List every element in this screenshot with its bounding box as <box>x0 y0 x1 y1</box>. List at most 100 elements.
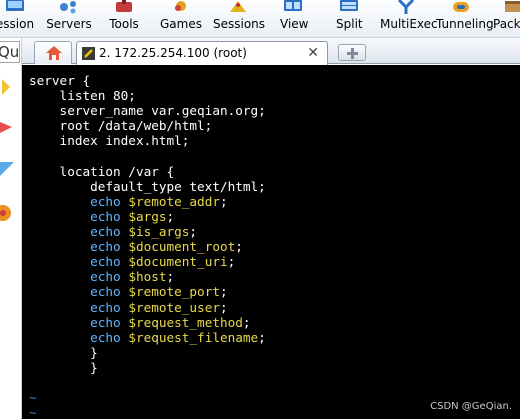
sessions-icon <box>230 1 246 12</box>
view-icon <box>284 0 302 11</box>
code-text: root /data/web/html; <box>29 118 213 134</box>
close-icon[interactable]: ✕ <box>307 44 319 61</box>
tab-session[interactable]: 2. 172.25.254.100 (root) ✕ <box>76 41 328 65</box>
code-variable: $remote_port <box>128 284 220 300</box>
code-variable: $document_uri <box>128 254 228 270</box>
code-text: ; <box>227 254 236 270</box>
toolbar-sessions-button[interactable]: Sessions <box>213 0 266 38</box>
left-sidebar: Qu <box>0 38 22 419</box>
games-icon <box>175 1 186 11</box>
new-tab-button[interactable] <box>338 44 366 61</box>
terminal-line: echo $remote_user; <box>29 300 228 315</box>
code-text: } <box>29 344 98 360</box>
terminal-line: server_name var.geqian.org; <box>29 103 266 118</box>
code-text: ; <box>258 329 266 345</box>
code-keyword: echo <box>29 329 129 345</box>
home-icon <box>46 46 62 60</box>
toolbar-split-button[interactable]: Split <box>336 0 363 38</box>
code-keyword: echo <box>29 208 129 224</box>
terminal-line: index index.html; <box>29 133 190 149</box>
code-text: } <box>29 359 98 375</box>
terminal-line: location /var { <box>29 163 175 179</box>
code-variable: $is_args <box>128 224 190 239</box>
terminal-line: echo $document_root; <box>29 239 243 254</box>
toolbar-tools-button[interactable]: Tools <box>106 0 142 38</box>
code-text: ; <box>235 239 243 255</box>
code-text: ; <box>166 208 175 224</box>
code-keyword: echo <box>29 224 129 239</box>
code-text: ; <box>219 193 228 209</box>
code-keyword: echo <box>29 299 129 315</box>
code-text: server { <box>29 73 91 88</box>
tools-icon[interactable] <box>0 116 16 138</box>
watermark: CSDN @GeQian. <box>430 401 512 412</box>
tools-icon <box>116 0 132 12</box>
terminal-line: echo $args; <box>29 209 174 224</box>
terminal-line: } <box>29 345 98 360</box>
empty-line-marker: ~ <box>29 405 37 419</box>
toolbar-label: MultiExec <box>380 17 438 31</box>
toolbar-label: View <box>280 17 309 31</box>
code-variable: $document_root <box>128 239 236 255</box>
code-text: ; <box>242 314 251 330</box>
terminal-output[interactable]: CSDN @GeQian. server { listen 80; server… <box>22 65 520 419</box>
toolbar-label: Servers <box>46 17 92 31</box>
packages-icon <box>505 1 520 12</box>
tab-title: 2. 172.25.254.100 (root) <box>99 46 247 60</box>
code-variable: $remote_addr <box>128 193 220 209</box>
terminal-line: } <box>29 360 98 375</box>
toolbar-label: Tools <box>109 17 139 31</box>
toolbar-label: Games <box>160 17 202 31</box>
tunneling-icon <box>453 2 469 12</box>
toolbar-games-button[interactable]: Games <box>160 0 202 38</box>
code-keyword: echo <box>29 254 129 270</box>
star-icon[interactable] <box>0 76 16 98</box>
plus-icon <box>347 48 358 59</box>
toolbar-label: Packa <box>493 17 520 31</box>
terminal-line: default_type text/html; <box>29 179 266 194</box>
code-variable: $remote_user <box>128 299 220 315</box>
tab-bar: 2. 172.25.254.100 (root) ✕ <box>22 38 520 65</box>
code-keyword: echo <box>29 239 129 255</box>
toolbar-view-button[interactable]: View <box>280 0 309 38</box>
terminal-line: echo $remote_port; <box>29 284 228 299</box>
terminal-line: root /data/web/html; <box>29 118 213 134</box>
split-icon <box>340 0 358 11</box>
toolbar-label: Sessions <box>213 17 266 31</box>
terminal-line: ~ <box>29 405 37 419</box>
terminal-line: server { <box>29 73 90 88</box>
main-toolbar: ession Servers Tools Games Sessions View <box>0 0 520 38</box>
code-text: ; <box>219 299 228 315</box>
quick-connect-input[interactable]: Qu <box>0 41 20 63</box>
code-keyword: echo <box>29 269 129 285</box>
code-variable: $args <box>128 208 167 224</box>
send-icon[interactable] <box>0 158 16 180</box>
code-text: ; <box>189 224 198 239</box>
toolbar-servers-button[interactable]: Servers <box>46 0 92 38</box>
terminal-line: echo $document_uri; <box>29 254 235 269</box>
code-keyword: echo <box>29 314 129 330</box>
macros-icon[interactable] <box>0 202 16 224</box>
code-text: index index.html; <box>29 133 190 149</box>
code-text: location /var { <box>29 163 175 179</box>
terminal-line: listen 80; <box>29 88 136 103</box>
terminal-line: echo $request_filename; <box>29 330 266 345</box>
terminal-line: echo $request_method; <box>29 314 251 330</box>
toolbar-packages-button[interactable]: Packa <box>493 0 520 38</box>
terminal-line: echo $is_args; <box>29 224 197 239</box>
code-variable: $host <box>128 269 167 285</box>
toolbar-multiexec-button[interactable]: MultiExec <box>380 0 438 38</box>
toolbar-tunneling-button[interactable]: Tunneling <box>436 0 494 38</box>
code-text: ; <box>219 284 228 300</box>
code-variable: $request_method <box>128 314 243 330</box>
toolbar-session-button[interactable]: ession <box>0 0 36 38</box>
code-text: ; <box>166 269 175 285</box>
terminal-line: echo $host; <box>29 269 174 284</box>
terminal-line: echo $remote_addr; <box>29 194 228 209</box>
toolbar-label: Split <box>336 17 363 31</box>
code-variable: $request_filename <box>128 329 259 345</box>
servers-icon <box>60 1 76 14</box>
session-icon <box>6 0 24 11</box>
tab-home[interactable] <box>34 41 72 64</box>
toolbar-label: Tunneling <box>436 17 494 31</box>
